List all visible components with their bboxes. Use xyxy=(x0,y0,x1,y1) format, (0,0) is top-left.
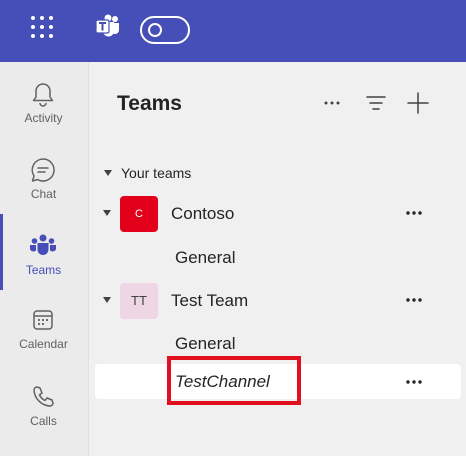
rail-item-activity[interactable]: Activity xyxy=(0,66,87,136)
section-label: Your teams xyxy=(121,165,192,181)
team-more-button[interactable] xyxy=(401,202,427,224)
filter-button[interactable] xyxy=(363,90,389,116)
toggle-switch[interactable] xyxy=(140,16,190,44)
app-rail: Activity Chat Teams Calendar Calls xyxy=(0,62,87,456)
rail-item-teams[interactable]: Teams xyxy=(0,218,87,288)
team-row-test-team[interactable]: TT Test Team xyxy=(89,279,466,323)
team-avatar: TT xyxy=(120,283,158,319)
more-icon xyxy=(406,211,422,215)
toggle-knob xyxy=(148,23,162,37)
more-icon xyxy=(406,298,422,302)
add-team-button[interactable] xyxy=(405,90,431,116)
channel-item-testchannel[interactable]: TestChannel xyxy=(95,356,461,405)
rail-label: Activity xyxy=(24,111,63,125)
rail-item-chat[interactable]: Chat xyxy=(0,142,87,212)
teams-logo-icon xyxy=(95,13,121,39)
plus-icon xyxy=(407,92,429,114)
team-name: Test Team xyxy=(171,291,249,310)
channel-more-button[interactable] xyxy=(401,371,427,393)
bell-icon xyxy=(29,80,57,108)
team-row-contoso[interactable]: C Contoso xyxy=(89,192,466,236)
collapse-caret-icon xyxy=(104,170,112,176)
rail-item-calls[interactable]: Calls xyxy=(0,369,87,439)
teams-icon xyxy=(29,232,57,260)
channel-item-general[interactable]: General xyxy=(89,241,466,275)
chat-icon xyxy=(29,156,57,184)
more-icon xyxy=(324,101,340,105)
team-more-button[interactable] xyxy=(401,289,427,311)
rail-label: Chat xyxy=(30,187,57,201)
channel-name: General xyxy=(175,334,236,353)
page-title: Teams xyxy=(117,92,182,115)
rail-label: Teams xyxy=(25,263,62,277)
teams-panel: Teams Your teams C Contoso General TT Te… xyxy=(88,62,466,456)
collapse-caret-icon xyxy=(103,297,111,303)
team-avatar: C xyxy=(120,196,158,232)
phone-icon xyxy=(29,383,57,411)
rail-label: Calls xyxy=(30,414,57,428)
app-launcher-icon[interactable] xyxy=(30,15,54,39)
filter-icon xyxy=(366,96,386,110)
team-name: Contoso xyxy=(171,204,235,223)
channel-name: General xyxy=(175,248,236,267)
collapse-caret-icon xyxy=(103,210,111,216)
rail-item-calendar[interactable]: Calendar xyxy=(0,292,87,362)
top-bar xyxy=(0,0,466,62)
calendar-icon xyxy=(29,306,57,334)
more-icon xyxy=(406,380,422,384)
highlight-annotation xyxy=(167,356,301,405)
rail-label: Calendar xyxy=(19,337,68,351)
more-options-button[interactable] xyxy=(319,90,345,116)
